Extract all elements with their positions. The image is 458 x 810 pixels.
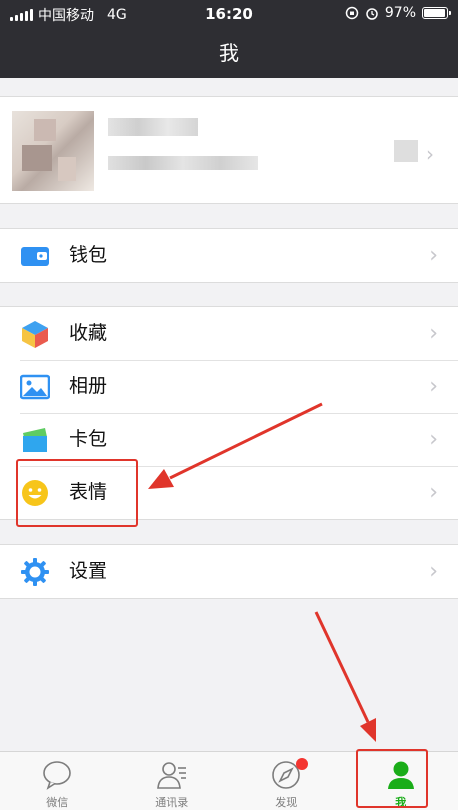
chevron-right-icon: › — [426, 142, 434, 166]
stickers-highlight-box — [16, 459, 138, 527]
profile-id-blurred — [108, 156, 258, 170]
chevron-right-icon: › — [429, 559, 438, 584]
alarm-icon — [366, 8, 378, 20]
menu-item-wallet[interactable]: 钱包 › — [0, 229, 458, 282]
battery-percent: 97% — [384, 5, 416, 21]
avatar[interactable] — [12, 111, 94, 191]
page-title: 我 — [0, 28, 458, 78]
tab-discover[interactable]: 发现 — [229, 752, 344, 810]
wallet-group: 钱包 › — [0, 228, 458, 283]
chevron-right-icon: › — [429, 243, 438, 268]
tab-label-discover: 发现 — [275, 796, 298, 809]
chevron-right-icon: › — [429, 427, 438, 452]
menu-item-favorites[interactable]: 收藏 › — [0, 307, 458, 360]
profile-name-blurred — [108, 118, 198, 136]
qr-code-icon[interactable] — [394, 140, 418, 162]
gear-icon — [21, 558, 49, 586]
chevron-right-icon: › — [429, 321, 438, 346]
menu-label-wallet: 钱包 — [69, 244, 108, 266]
chevron-right-icon: › — [429, 480, 438, 505]
chevron-right-icon: › — [429, 374, 438, 399]
profile-card[interactable] — [0, 96, 458, 204]
menu-label-album: 相册 — [69, 375, 108, 397]
menu-label-settings: 设置 — [69, 560, 108, 582]
menu-label-favorites: 收藏 — [69, 322, 108, 344]
rotation-lock-icon — [345, 6, 359, 20]
menu-item-album[interactable]: 相册 › — [0, 360, 458, 413]
chat-bubble-icon — [43, 761, 72, 790]
notification-dot — [296, 758, 308, 770]
wallet-icon — [21, 247, 49, 266]
me-tab-highlight-box — [356, 749, 428, 808]
settings-group: 设置 › — [0, 544, 458, 599]
card-wallet-icon — [23, 428, 47, 452]
contacts-icon — [156, 762, 186, 789]
photo-icon — [20, 374, 50, 400]
status-right: 97% — [345, 5, 451, 21]
tab-chats[interactable]: 微信 — [0, 752, 115, 810]
arrow-to-me-tab — [314, 611, 376, 742]
tab-label-contacts: 通讯录 — [155, 796, 189, 809]
battery-icon — [422, 7, 451, 19]
tab-contacts[interactable]: 通讯录 — [115, 752, 230, 810]
tab-label-chats: 微信 — [46, 796, 69, 809]
menu-item-settings[interactable]: 设置 › — [0, 545, 458, 598]
cube-icon — [22, 321, 48, 348]
status-bar: 中国移动 4G 16:20 97% — [0, 0, 458, 28]
